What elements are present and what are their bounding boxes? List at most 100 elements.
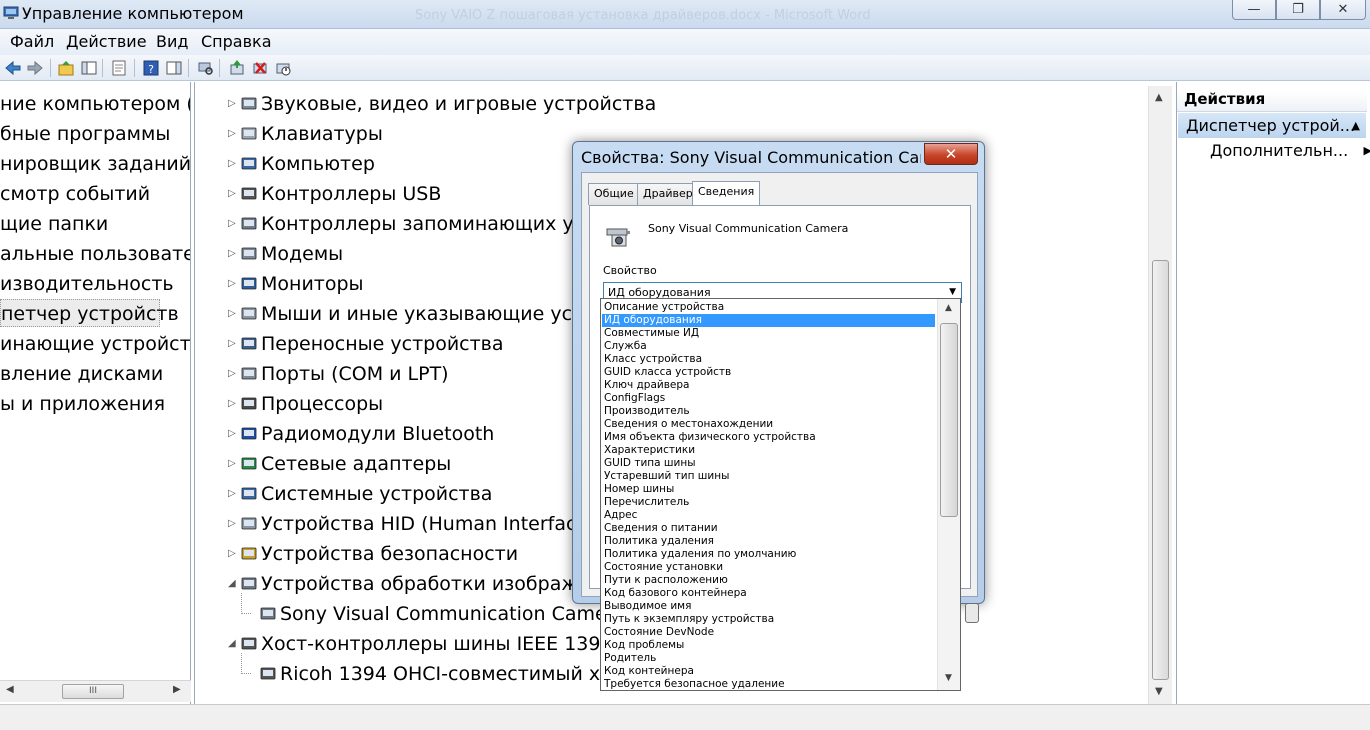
collapsed-triangle-icon[interactable]: ▷ bbox=[228, 509, 236, 539]
tree-item-computer-management[interactable]: ние компьютером (л bbox=[0, 90, 190, 118]
dropdown-option[interactable]: Производитель bbox=[602, 405, 935, 418]
properties-icon[interactable] bbox=[110, 59, 128, 77]
expanded-triangle-icon[interactable]: ◢ bbox=[228, 569, 236, 599]
device-category-row[interactable]: ▷ Звуковые, видео и игровые устройства bbox=[228, 89, 1141, 119]
actions-section-device-manager[interactable]: Диспетчер устрой... ▲ bbox=[1178, 113, 1366, 138]
up-folder-icon[interactable] bbox=[57, 59, 75, 77]
dropdown-option[interactable]: Устаревший тип шины bbox=[602, 470, 935, 483]
dropdown-scrollbar[interactable]: ▲ ▼ bbox=[937, 299, 960, 690]
collapsed-triangle-icon[interactable]: ▷ bbox=[228, 389, 236, 419]
dropdown-option[interactable]: Сведения о местонахождении bbox=[602, 418, 935, 431]
dropdown-option[interactable]: Ключ драйвера bbox=[602, 379, 935, 392]
device-tree-vertical-scrollbar[interactable]: ▲ ▼ bbox=[1148, 86, 1172, 704]
scroll-up-icon[interactable]: ▲ bbox=[945, 303, 952, 313]
dropdown-option[interactable]: Служба bbox=[602, 340, 935, 353]
forward-arrow-icon[interactable] bbox=[26, 59, 44, 77]
dropdown-option[interactable]: Имя объекта физического устройства bbox=[602, 431, 935, 444]
scroll-down-icon[interactable]: ▼ bbox=[945, 673, 952, 683]
dropdown-option[interactable]: Перечислитель bbox=[602, 496, 935, 509]
dropdown-option[interactable]: Состояние установки bbox=[602, 561, 935, 574]
menu-view[interactable]: Вид bbox=[156, 32, 188, 51]
dropdown-option[interactable]: Состояние DevNode bbox=[602, 626, 935, 639]
menu-action[interactable]: Действие bbox=[66, 32, 147, 51]
update-driver-icon[interactable] bbox=[228, 59, 246, 77]
tree-item-services-applications[interactable]: ы и приложения bbox=[0, 390, 165, 418]
scroll-thumb[interactable]: III bbox=[62, 684, 124, 699]
dialog-close-button[interactable]: ✕ bbox=[924, 143, 978, 165]
close-button[interactable]: ✕ bbox=[1320, 0, 1366, 20]
dropdown-option[interactable]: Политика удаления по умолчанию bbox=[602, 548, 935, 561]
tree-item-device-manager[interactable]: петчер устройств bbox=[0, 299, 179, 327]
dropdown-option[interactable]: Пути к расположению bbox=[602, 574, 935, 587]
collapsed-triangle-icon[interactable]: ▷ bbox=[228, 89, 236, 119]
tree-item-event-viewer[interactable]: смотр событий bbox=[0, 180, 150, 208]
tree-item-utilities[interactable]: бные программы bbox=[0, 120, 170, 148]
collapsed-triangle-icon[interactable]: ▷ bbox=[228, 329, 236, 359]
collapsed-triangle-icon[interactable]: ▷ bbox=[228, 119, 236, 149]
show-hide-tree-icon[interactable] bbox=[80, 59, 98, 77]
dropdown-option[interactable]: Адрес bbox=[602, 509, 935, 522]
show-action-pane-icon[interactable] bbox=[165, 59, 183, 77]
dialog-button-partial[interactable] bbox=[965, 603, 979, 623]
dropdown-option[interactable]: Выводимое имя bbox=[602, 600, 935, 613]
scroll-up-icon[interactable]: ▲ bbox=[1155, 92, 1163, 103]
tab-driver[interactable]: Драйвер bbox=[637, 183, 699, 205]
tree-item-local-users[interactable]: альные пользовател bbox=[0, 240, 190, 268]
dropdown-option[interactable]: GUID класса устройств bbox=[602, 366, 935, 379]
tab-details[interactable]: Сведения bbox=[692, 181, 761, 206]
collapsed-triangle-icon[interactable]: ▷ bbox=[228, 359, 236, 389]
tree-item-performance[interactable]: изводительность bbox=[0, 270, 174, 298]
scroll-right-icon[interactable]: ▶ bbox=[173, 684, 181, 695]
dropdown-option[interactable]: Номер шины bbox=[602, 483, 935, 496]
window-title: Управление компьютером bbox=[22, 4, 244, 23]
dropdown-scroll-thumb[interactable] bbox=[940, 323, 958, 517]
dropdown-option[interactable]: Код проблемы bbox=[602, 639, 935, 652]
collapsed-triangle-icon[interactable]: ▷ bbox=[228, 299, 236, 329]
collapsed-triangle-icon[interactable]: ▷ bbox=[228, 209, 236, 239]
menu-file[interactable]: Файл bbox=[10, 32, 54, 51]
collapsed-triangle-icon[interactable]: ▷ bbox=[228, 419, 236, 449]
dropdown-option[interactable]: Код базового контейнера bbox=[602, 587, 935, 600]
scroll-down-icon[interactable]: ▼ bbox=[1155, 686, 1163, 697]
dropdown-option[interactable]: Родитель bbox=[602, 652, 935, 665]
collapsed-triangle-icon[interactable]: ▷ bbox=[228, 239, 236, 269]
collapsed-triangle-icon[interactable]: ▷ bbox=[228, 149, 236, 179]
tree-item-storage[interactable]: инающие устройств bbox=[0, 330, 190, 358]
dropdown-option[interactable]: Код контейнера bbox=[602, 665, 935, 678]
dropdown-option[interactable]: Характеристики bbox=[602, 444, 935, 457]
uninstall-device-icon[interactable] bbox=[251, 59, 269, 77]
dropdown-option[interactable]: Класс устройства bbox=[602, 353, 935, 366]
dropdown-option[interactable]: Совместимые ИД bbox=[602, 327, 935, 340]
minimize-button[interactable]: — bbox=[1232, 0, 1276, 20]
expanded-triangle-icon[interactable]: ◢ bbox=[228, 629, 236, 659]
scan-hardware-icon[interactable] bbox=[196, 59, 214, 77]
dropdown-option[interactable]: Политика удаления bbox=[602, 535, 935, 548]
dropdown-option[interactable]: Описание устройства bbox=[602, 301, 935, 314]
left-horizontal-scrollbar[interactable]: ◀ III ▶ bbox=[0, 680, 191, 702]
tab-general[interactable]: Общие bbox=[588, 183, 640, 205]
help-icon[interactable]: ? bbox=[142, 59, 160, 77]
dropdown-option[interactable]: Сведения о питании bbox=[602, 522, 935, 535]
actions-more-item[interactable]: Дополнительн... ▶ bbox=[1210, 139, 1370, 163]
collapsed-triangle-icon[interactable]: ▷ bbox=[228, 269, 236, 299]
menu-help[interactable]: Справка bbox=[201, 32, 272, 51]
property-label: Свойство bbox=[603, 264, 657, 277]
tree-item-task-scheduler[interactable]: нировщик заданий bbox=[0, 150, 190, 178]
scroll-left-icon[interactable]: ◀ bbox=[6, 684, 14, 695]
dropdown-option[interactable]: Путь к экземпляру устройства bbox=[602, 613, 935, 626]
collapsed-triangle-icon[interactable]: ▷ bbox=[228, 449, 236, 479]
dropdown-option[interactable]: GUID типа шины bbox=[602, 457, 935, 470]
collapsed-triangle-icon[interactable]: ▷ bbox=[228, 539, 236, 569]
tree-item-shared-folders[interactable]: щие папки bbox=[0, 210, 108, 238]
disable-device-icon[interactable] bbox=[274, 59, 292, 77]
collapsed-triangle-icon[interactable]: ▷ bbox=[228, 479, 236, 509]
dropdown-option[interactable]: ConfigFlags bbox=[602, 392, 935, 405]
collapsed-triangle-icon[interactable]: ▷ bbox=[228, 179, 236, 209]
tree-item-disk-management[interactable]: вление дисками bbox=[0, 360, 163, 388]
dropdown-option[interactable]: ИД оборудования bbox=[602, 314, 935, 327]
collapse-up-icon[interactable]: ▲ bbox=[1352, 113, 1360, 138]
maximize-button[interactable]: ❐ bbox=[1276, 0, 1320, 20]
scroll-thumb[interactable] bbox=[1152, 260, 1169, 680]
dropdown-option[interactable]: Требуется безопасное удаление bbox=[602, 678, 935, 690]
back-arrow-icon[interactable] bbox=[4, 59, 22, 77]
